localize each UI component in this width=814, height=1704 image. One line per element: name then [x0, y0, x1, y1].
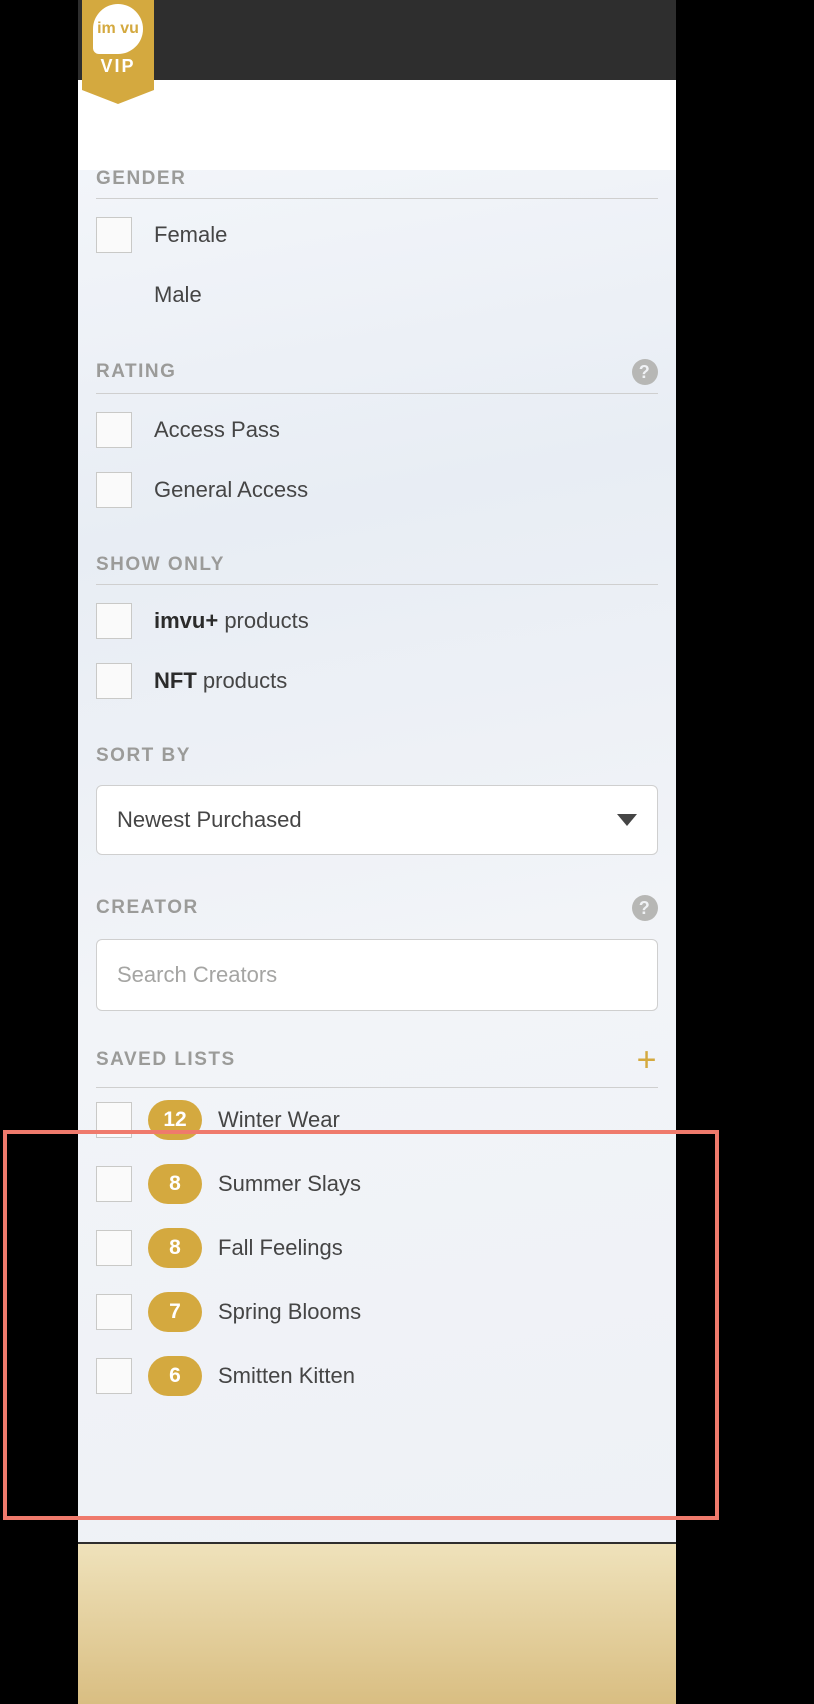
creator-search[interactable]: [96, 939, 658, 1011]
saved-list-row[interactable]: 8 Summer Slays: [96, 1152, 658, 1216]
section-heading-rating: RATING: [96, 361, 176, 383]
chevron-down-icon: [617, 814, 637, 826]
section-heading-saved-lists: SAVED LISTS: [96, 1049, 236, 1071]
filter-label: imvu+ products: [154, 608, 309, 634]
checkbox[interactable]: [96, 663, 132, 699]
saved-list-row[interactable]: 8 Fall Feelings: [96, 1216, 658, 1280]
count-badge: 7: [148, 1292, 202, 1332]
help-icon[interactable]: ?: [632, 895, 658, 921]
section-heading-sort-by: SORT BY: [96, 745, 191, 767]
bottom-bar: [78, 1544, 676, 1704]
saved-list-label: Spring Blooms: [218, 1299, 361, 1325]
vip-label: VIP: [100, 56, 135, 77]
saved-list-label: Winter Wear: [218, 1107, 340, 1133]
filter-label: NFT products: [154, 668, 287, 694]
help-icon[interactable]: ?: [632, 359, 658, 385]
sort-by-select[interactable]: Newest Purchased: [96, 785, 658, 855]
count-badge: 6: [148, 1356, 202, 1396]
filter-label: Access Pass: [154, 417, 280, 443]
section-heading-creator: CREATOR: [96, 897, 199, 919]
filter-label: Female: [154, 222, 227, 248]
count-badge: 8: [148, 1164, 202, 1204]
panel-header-blank: [78, 80, 676, 170]
checkbox[interactable]: [96, 1166, 132, 1202]
saved-list-row[interactable]: 12 Winter Wear: [96, 1088, 658, 1152]
saved-list-row[interactable]: 7 Spring Blooms: [96, 1280, 658, 1344]
checkbox[interactable]: [96, 1294, 132, 1330]
count-badge: 8: [148, 1228, 202, 1268]
filter-row-gender-male[interactable]: Male: [96, 271, 658, 331]
creator-search-input[interactable]: [97, 940, 657, 1010]
saved-list-label: Summer Slays: [218, 1171, 361, 1197]
section-heading-gender: GENDER: [96, 168, 658, 198]
filter-row-imvuplus[interactable]: imvu+ products: [96, 585, 658, 657]
filter-row-access-pass[interactable]: Access Pass: [96, 394, 658, 466]
checkbox[interactable]: [96, 412, 132, 448]
section-heading-show-only: SHOW ONLY: [96, 554, 225, 576]
filter-row-nft[interactable]: NFT products: [96, 657, 658, 717]
vip-logo-icon: im vu: [93, 4, 143, 54]
checkbox[interactable]: [96, 472, 132, 508]
add-saved-list-button[interactable]: +: [637, 1043, 658, 1077]
filter-label: General Access: [154, 477, 308, 503]
checkbox[interactable]: [96, 217, 132, 253]
count-badge: 12: [148, 1100, 202, 1140]
saved-list-label: Smitten Kitten: [218, 1363, 355, 1389]
filter-row-general-access[interactable]: General Access: [96, 466, 658, 526]
sort-by-value: Newest Purchased: [117, 807, 302, 833]
filter-row-gender-female[interactable]: Female: [96, 199, 658, 271]
saved-list-row[interactable]: 6 Smitten Kitten: [96, 1344, 658, 1408]
checkbox[interactable]: [96, 1230, 132, 1266]
vip-badge: im vu VIP: [82, 0, 154, 90]
saved-list-label: Fall Feelings: [218, 1235, 343, 1261]
checkbox[interactable]: [96, 1358, 132, 1394]
checkbox[interactable]: [96, 603, 132, 639]
top-bar: [78, 0, 676, 80]
filter-label: Male: [154, 282, 202, 308]
checkbox[interactable]: [96, 1102, 132, 1138]
filter-panel: GENDER Female Male RATING ? Access Pass: [78, 80, 676, 1542]
